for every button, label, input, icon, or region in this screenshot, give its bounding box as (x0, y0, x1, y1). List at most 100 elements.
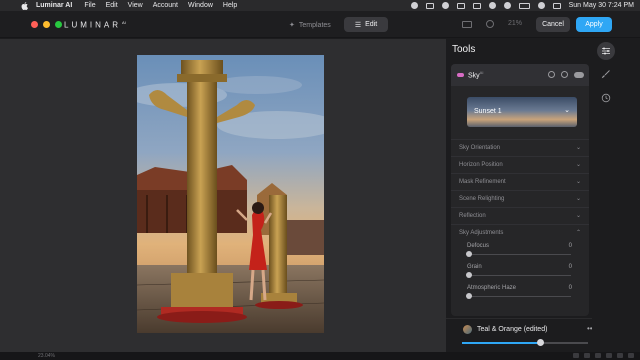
app-toolbar: LUMINARAI ✦ Templates ☰ Edit 21% Cancel … (0, 11, 640, 38)
chevron-down-icon: ⌄ (575, 145, 581, 151)
slider-track[interactable] (468, 296, 571, 297)
slider-atmospheric-haze: Atmospheric Haze 0 (451, 283, 589, 304)
status-bar: 23.04% (0, 352, 640, 360)
status-tray: Sun May 30 7:24 PM (410, 0, 634, 11)
record-icon[interactable] (410, 2, 418, 9)
minimize-window-button[interactable] (43, 21, 50, 28)
zoom-window-button[interactable] (55, 21, 62, 28)
chevron-down-icon: ⌄ (575, 213, 581, 219)
mask-icon[interactable] (561, 71, 568, 78)
screen-icon[interactable] (425, 2, 434, 9)
photo-preview[interactable] (137, 55, 324, 333)
slider-value: 0 (568, 264, 572, 270)
cast-icon[interactable] (472, 2, 481, 9)
history-icon (601, 93, 611, 103)
status-icon[interactable] (595, 353, 601, 358)
sky-tool-header[interactable]: SkyAI (451, 64, 589, 86)
slider-knob[interactable] (466, 251, 472, 257)
section-mask-refinement[interactable]: Mask Refinement ⌄ (451, 173, 589, 190)
preview-eye-icon[interactable] (486, 20, 494, 28)
templates-icon: ✦ (289, 22, 295, 29)
reset-icon[interactable] (548, 71, 555, 78)
section-scene-relighting[interactable]: Scene Relighting ⌄ (451, 190, 589, 207)
dropbox-icon[interactable] (441, 2, 449, 9)
menu-bar: Luminar AI File Edit View Account Window… (0, 0, 640, 11)
template-preset-bar: Teal & Orange (edited) ••• (446, 318, 600, 352)
section-sky-orientation[interactable]: Sky Orientation ⌄ (451, 139, 589, 156)
status-icon[interactable] (628, 353, 634, 358)
status-icon[interactable] (584, 353, 590, 358)
section-label: Mask Refinement (459, 179, 506, 185)
section-horizon-position[interactable]: Horizon Position ⌄ (451, 156, 589, 173)
logo-text: LUMINAR (64, 20, 122, 30)
battery-icon[interactable] (518, 2, 530, 9)
zoom-dropdown[interactable]: 21% (508, 20, 522, 27)
slider-knob[interactable] (466, 293, 472, 299)
sky-sections: Sky Orientation ⌄ Horizon Position ⌄ Mas… (451, 139, 589, 241)
menu-edit[interactable]: Edit (106, 2, 118, 9)
zoom-readout: 23.04% (38, 353, 55, 359)
control-center-icon[interactable] (552, 2, 561, 9)
compare-icon[interactable] (462, 20, 472, 28)
panel-title: Tools (452, 44, 476, 55)
templates-tab[interactable]: ✦ Templates (289, 19, 331, 31)
menu-window[interactable]: Window (188, 2, 213, 9)
wifi-icon[interactable] (503, 2, 511, 9)
preset-amount-fill (462, 342, 541, 344)
section-label: Reflection (459, 213, 486, 219)
brush-button[interactable] (597, 65, 615, 83)
image-canvas[interactable] (0, 39, 446, 352)
templates-label: Templates (298, 21, 331, 29)
slider-knob[interactable] (466, 272, 472, 278)
edit-tab[interactable]: ☰ Edit (344, 17, 388, 32)
slider-label: Atmospheric Haze (467, 285, 517, 291)
section-reflection[interactable]: Reflection ⌄ (451, 207, 589, 224)
apple-icon[interactable] (20, 1, 28, 10)
slider-defocus: Defocus 0 (451, 241, 589, 262)
logo-superscript: AI (122, 20, 126, 25)
sky-tool-card: SkyAI Sunset 1 ⌄ Sky Orientation ⌄ Horiz… (451, 64, 589, 316)
sky-header-actions (548, 71, 584, 78)
slider-track[interactable] (468, 254, 571, 255)
section-sky-adjustments[interactable]: Sky Adjustments ⌃ (451, 224, 589, 241)
preset-name[interactable]: Teal & Orange (edited) (477, 326, 547, 333)
clock[interactable]: Sun May 30 7:24 PM (569, 2, 634, 9)
edit-tools-button[interactable] (597, 42, 615, 60)
history-button[interactable] (597, 89, 615, 107)
apply-button[interactable]: Apply (576, 17, 612, 32)
menu-view[interactable]: View (128, 2, 143, 9)
brush-icon (601, 70, 610, 79)
section-label: Horizon Position (459, 162, 503, 168)
status-icon[interactable] (606, 353, 612, 358)
bluetooth-icon[interactable] (488, 2, 496, 9)
tools-panel: Tools SkyAI Sunset 1 ⌄ Sky Orientation ⌄… (446, 39, 592, 352)
sky-tool-title: SkyAI (468, 70, 483, 79)
edit-icon: ☰ (354, 21, 362, 29)
slider-track[interactable] (468, 275, 571, 276)
cancel-button[interactable]: Cancel (536, 17, 570, 32)
section-label: Sky Orientation (459, 145, 501, 151)
sky-selection-dropdown[interactable]: Sunset 1 ⌄ (467, 97, 577, 127)
edit-label: Edit (365, 21, 378, 28)
status-bar-icons (573, 353, 634, 358)
chevron-down-icon: ⌄ (575, 162, 581, 168)
status-icon[interactable] (573, 353, 579, 358)
visibility-toggle-icon[interactable] (574, 71, 584, 78)
spotlight-icon[interactable] (537, 2, 545, 9)
preset-amount-knob[interactable] (536, 339, 544, 346)
menu-account[interactable]: Account (153, 2, 178, 9)
sliders-icon (602, 47, 610, 55)
chevron-down-icon: ⌄ (564, 107, 570, 114)
close-window-button[interactable] (31, 21, 38, 28)
menu-help[interactable]: Help (223, 2, 237, 9)
section-label: Sky Adjustments (459, 230, 504, 236)
menu-app-name[interactable]: Luminar AI (36, 2, 72, 9)
sky-tool-superscript: AI (479, 70, 484, 76)
status-icon[interactable] (617, 353, 623, 358)
display-icon[interactable] (456, 2, 465, 9)
app-logo: LUMINARAI (64, 20, 126, 30)
sky-selection-label: Sunset 1 (474, 108, 502, 115)
photo-image (137, 55, 324, 333)
section-label: Scene Relighting (459, 196, 505, 202)
menu-file[interactable]: File (84, 2, 95, 9)
